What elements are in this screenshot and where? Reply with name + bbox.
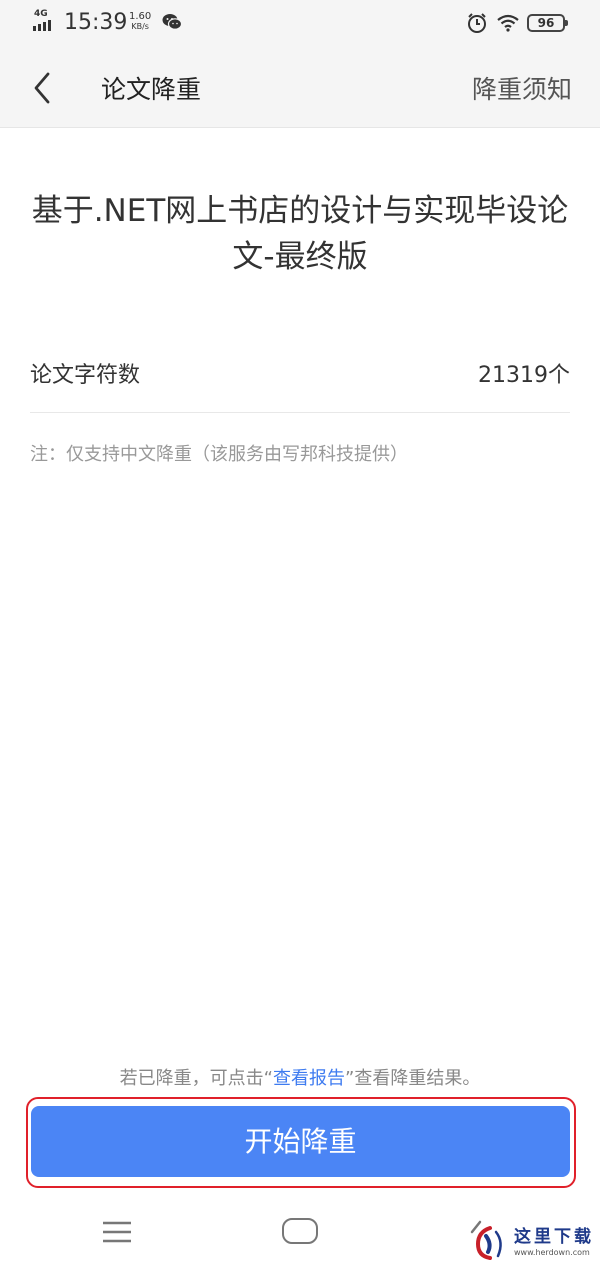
character-count-value: 21319个 [478,363,570,388]
watermark-logo-icon [475,1226,502,1260]
menu-icon[interactable] [101,1220,133,1244]
signal-icon [33,20,51,31]
watermark: 这里下载 www.herdown.com [470,1222,598,1266]
page-title: 论文降重 [101,75,202,104]
wechat-icon [162,14,182,30]
watermark-text: 这里下载 [514,1227,594,1247]
character-count-label: 论文字符数 [30,363,141,388]
character-count-row: 论文字符数 21319个 [30,349,570,413]
hint-prefix: 若已降重，可点击“ [119,1068,273,1089]
wifi-icon [497,14,519,32]
start-rewrite-button[interactable]: 开始降重 [31,1106,570,1177]
status-bar: 4G 15:39 1.60 KB/s 96 [0,0,600,48]
report-hint: 若已降重，可点击“查看报告”查看降重结果。 [0,1064,600,1090]
hint-suffix: ”查看降重结果。 [345,1068,481,1089]
app-header: 论文降重 降重须知 [0,48,600,128]
network-type: 4G [34,9,48,19]
battery-indicator: 96 [527,14,568,32]
home-icon[interactable] [282,1218,318,1244]
network-speed-value: 1.60 [129,11,152,22]
network-speed: 1.60 KB/s [129,12,151,32]
network-speed-unit: KB/s [131,22,149,31]
status-time: 15:39 [64,10,128,35]
view-report-link[interactable]: 查看报告 [273,1068,345,1089]
watermark-url: www.herdown.com [514,1248,590,1257]
back-arrow-icon[interactable] [26,66,62,110]
service-note: 注：仅支持中文降重（该服务由写邦科技提供） [30,444,408,465]
alarm-icon [468,13,486,33]
document-title: 基于.NET网上书店的设计与实现毕设论文-最终版 [31,193,569,275]
notice-link[interactable]: 降重须知 [472,70,572,106]
